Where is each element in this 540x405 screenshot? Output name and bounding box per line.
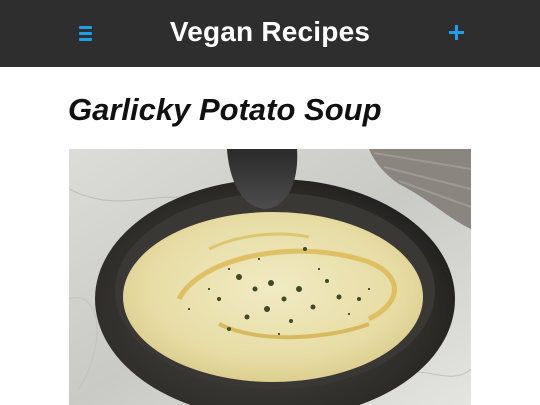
recipe-title: Garlicky Potato Soup [68, 92, 382, 127]
recipe-photo [69, 149, 471, 405]
add-recipe-button[interactable] [444, 20, 470, 46]
app-header: Vegan Recipes [0, 0, 540, 67]
